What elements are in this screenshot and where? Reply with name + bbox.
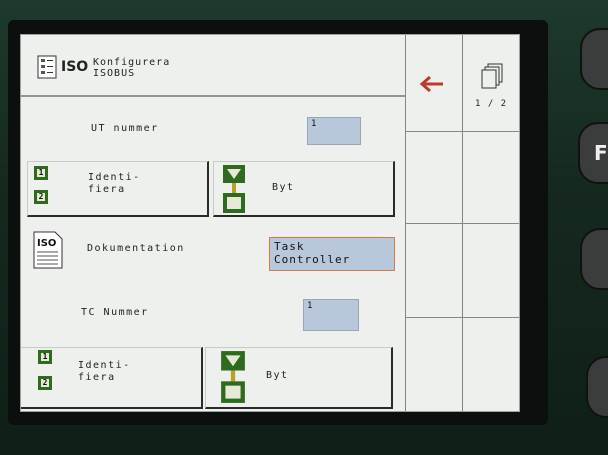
ut-number-label: UT nummer: [91, 123, 159, 134]
back-arrow-icon[interactable]: [419, 75, 445, 93]
iso-logo: ISO: [61, 59, 89, 75]
number-2-icon: 2: [38, 376, 52, 390]
identify-button-2[interactable]: 1 2 Identi- fiera: [21, 347, 203, 409]
hardware-button-1[interactable]: [580, 28, 608, 90]
swap-icon: [221, 351, 245, 403]
identify-label: Identi- fiera: [88, 172, 141, 195]
documentation-select[interactable]: Task Controller: [269, 237, 395, 271]
documentation-label: Dokumentation: [87, 243, 185, 254]
identify-button-1[interactable]: 1 2 Identi- fiera: [27, 161, 209, 217]
isobus-screen: ISO Konfigurera ISOBUS UT nummer 1 1 2 I…: [20, 34, 520, 412]
page-title: Konfigurera ISOBUS: [93, 57, 171, 79]
softkey-row-divider: [405, 131, 519, 132]
page-indicator: 1 / 2: [475, 99, 508, 109]
swap-label: Byt: [266, 370, 289, 381]
softkey-row-divider: [405, 317, 519, 318]
swap-button-1[interactable]: Byt: [213, 161, 395, 217]
tc-number-field[interactable]: 1: [303, 299, 359, 331]
swap-icon: [223, 165, 245, 213]
number-1-icon: 1: [38, 350, 52, 364]
config-list-icon: [37, 55, 57, 79]
softkey-row-divider: [405, 223, 519, 224]
tc-number-label: TC Nummer: [81, 307, 149, 318]
hardware-button-f[interactable]: F: [578, 122, 608, 184]
document-iso-icon: ISO: [33, 231, 63, 269]
page-header: ISO Konfigurera ISOBUS: [21, 35, 405, 97]
hardware-button-3[interactable]: [580, 228, 608, 290]
swap-label: Byt: [272, 182, 295, 193]
pages-icon[interactable]: [481, 63, 503, 89]
number-1-icon: 1: [34, 166, 48, 180]
ut-number-field[interactable]: 1: [307, 117, 361, 145]
hardware-button-4[interactable]: [586, 356, 608, 418]
identify-label: Identi- fiera: [78, 360, 131, 383]
swap-button-2[interactable]: Byt: [205, 347, 393, 409]
softkey-panel: 1 / 2: [405, 35, 519, 411]
number-2-icon: 2: [34, 190, 48, 204]
document-iso-text: ISO: [37, 238, 56, 249]
